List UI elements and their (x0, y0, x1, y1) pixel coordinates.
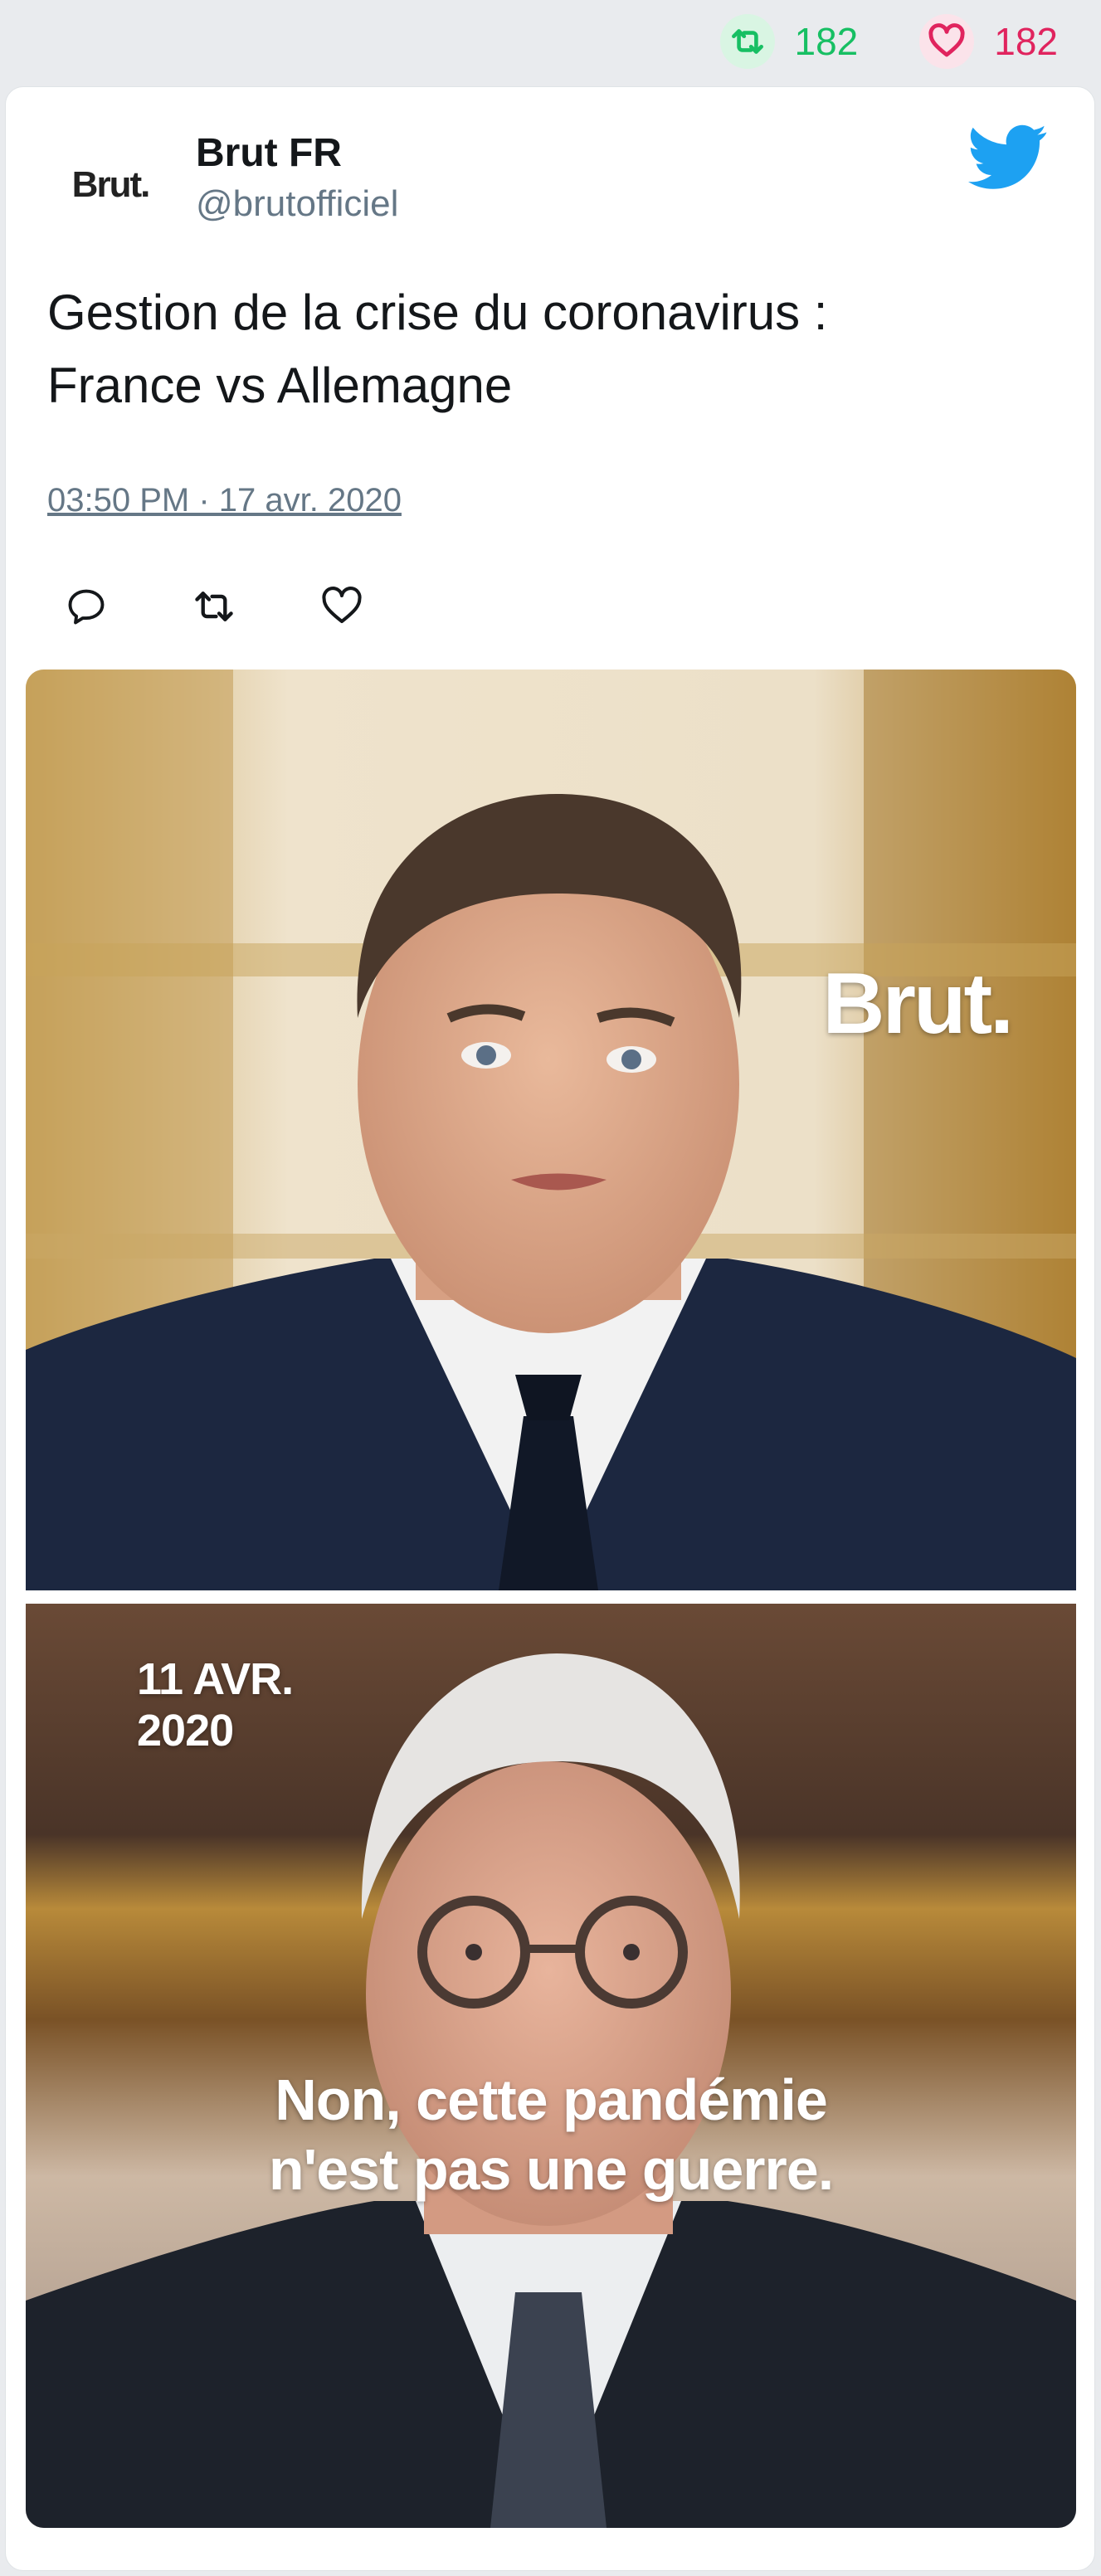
media-frame-bottom: 11 AVR. 2020 Non, cette pandémie n'est p… (26, 1604, 1076, 2528)
tweet-text-line: France vs Allemagne (47, 358, 513, 413)
author-handle[interactable]: @brutofficiel (196, 183, 398, 225)
tweet-actions (59, 577, 369, 636)
video-date-line: 11 AVR. (137, 1654, 294, 1704)
engagement-stats-bar: 182 182 (0, 0, 1101, 83)
author-display-name[interactable]: Brut FR (196, 130, 342, 176)
avatar-logo-text: Brut. (71, 164, 151, 205)
twitter-bird-icon[interactable] (968, 117, 1048, 197)
media-frame-top: Brut. (26, 670, 1076, 1590)
video-date-line: 2020 (137, 1706, 234, 1755)
heart-icon[interactable] (314, 579, 369, 634)
tweet-card: Brut. Brut FR @brutofficiel Gestion de l… (5, 86, 1095, 2571)
heart-icon (919, 14, 975, 69)
like-count-stat[interactable]: 182 (919, 14, 1058, 69)
retweet-icon[interactable] (187, 579, 241, 634)
video-caption: Non, cette pandémie n'est pas une guerre… (26, 2065, 1076, 2204)
brand-watermark: Brut. (822, 956, 1014, 1052)
retweet-count-stat[interactable]: 182 (719, 14, 859, 69)
speaker-one-image (26, 670, 1076, 1590)
tweet-timestamp-link[interactable]: 03:50 PM · 17 avr. 2020 (47, 482, 402, 519)
video-caption-line: Non, cette pandémie (275, 2067, 828, 2132)
video-caption-line: n'est pas une guerre. (268, 2137, 834, 2202)
tweet-media[interactable]: Brut. 11 AVR. 2020 Non, cette pandémie n… (26, 670, 1076, 2528)
tweet-text: Gestion de la crise du coronavirus : Fra… (47, 276, 1043, 422)
video-date-overlay: 11 AVR. 2020 (137, 1653, 294, 1756)
retweet-count: 182 (794, 20, 859, 63)
like-count: 182 (994, 20, 1058, 63)
retweet-icon (719, 14, 775, 69)
reply-icon[interactable] (59, 579, 114, 634)
avatar[interactable]: Brut. (52, 152, 168, 218)
tweet-text-line: Gestion de la crise du coronavirus : (47, 285, 828, 340)
